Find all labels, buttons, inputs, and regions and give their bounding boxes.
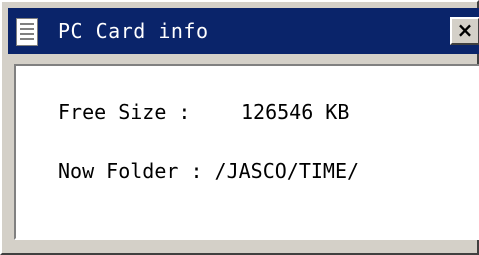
now-folder-value: /JASCO/TIME/ xyxy=(214,159,360,183)
title-bar[interactable]: PC Card info × xyxy=(8,8,479,54)
now-folder-label: Now Folder : xyxy=(58,159,203,183)
free-size-value: 126546 KB xyxy=(241,100,350,124)
document-icon xyxy=(16,18,38,46)
now-folder-row: Now Folder : /JASCO/TIME/ xyxy=(58,159,359,183)
free-size-label: Free Size : xyxy=(58,100,191,124)
info-panel: Free Size : 126546 KB Now Folder : /JASC… xyxy=(14,64,479,240)
close-icon: × xyxy=(456,18,474,42)
close-button[interactable]: × xyxy=(450,17,479,45)
window-title: PC Card info xyxy=(58,19,209,43)
pc-card-info-window: PC Card info × Free Size : 126546 KB Now… xyxy=(0,0,479,255)
